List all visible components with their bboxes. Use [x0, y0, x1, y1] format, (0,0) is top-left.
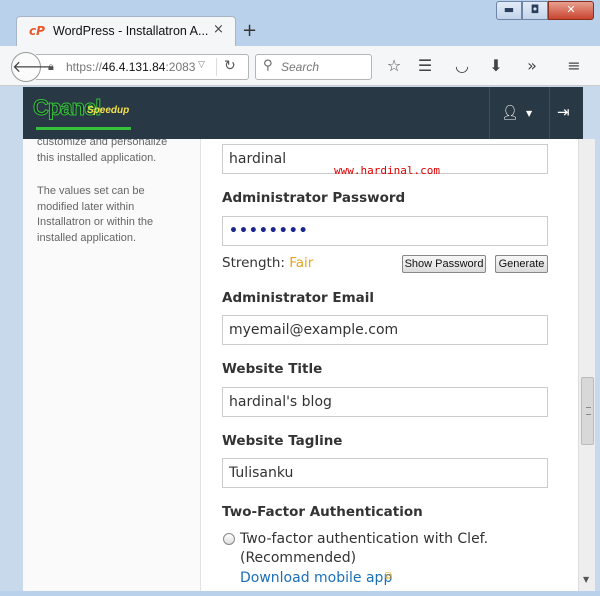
website-title-label: Website Title	[222, 361, 323, 377]
pocket-icon[interactable]: ◡	[451, 56, 473, 78]
header-divider	[549, 87, 550, 139]
window-titlebar: cP WordPress - Installatron A... × + ▬ ◘…	[0, 0, 600, 46]
search-input[interactable]: ⚲ Search	[255, 54, 372, 80]
bookmark-star-icon[interactable]: ☆	[383, 56, 405, 78]
two-factor-option-text[interactable]: Two-factor authentication with Clef. (Re…	[240, 530, 540, 568]
search-icon: ⚲	[263, 58, 273, 73]
tab-title: WordPress - Installatron A...	[53, 24, 209, 38]
install-form-page: customize and personalize this installed…	[23, 139, 578, 591]
navigation-toolbar: 🔒︎ https://46.4.131.84:2083, ▽ ↻ 🡐 ⚲ Sea…	[0, 46, 600, 86]
admin-password-label: Administrator Password	[222, 190, 406, 206]
new-tab-button[interactable]: +	[242, 20, 257, 41]
strength-label: Strength:	[222, 255, 285, 271]
scrollbar-thumb[interactable]	[581, 377, 594, 445]
header-divider	[489, 87, 490, 139]
strength-value: Fair	[289, 255, 314, 271]
url-host: 46.4.131.84	[102, 60, 166, 74]
url-prefix: https://	[66, 60, 103, 74]
user-icon[interactable]: 👤︎	[501, 105, 519, 121]
chevron-down-icon[interactable]: ▼	[526, 109, 532, 118]
reading-list-icon[interactable]: ☰	[414, 56, 436, 78]
minimize-button[interactable]: ▬	[496, 1, 522, 20]
show-password-button[interactable]: Show Password	[402, 255, 486, 273]
cpanel-logo[interactable]: Cpanel Speedup	[32, 91, 133, 133]
admin-password-field[interactable]: ••••••••	[222, 216, 548, 246]
tab-close-icon[interactable]: ×	[213, 22, 229, 37]
reload-icon[interactable]: ↻	[224, 58, 236, 74]
logo-subtext: Speedup	[87, 105, 130, 116]
url-bar[interactable]: 🔒︎ https://46.4.131.84:2083, ▽ ↻	[36, 54, 249, 80]
window-frame-bottom	[0, 591, 600, 596]
password-dots: ••••••••	[229, 223, 309, 239]
watermark-text: www.hardinal.com	[334, 164, 440, 177]
url-text[interactable]: https://46.4.131.84:2083,	[66, 60, 196, 74]
help-text-modify: The values set can be modified later wit…	[37, 185, 154, 244]
two-factor-label: Two-Factor Authentication	[222, 504, 423, 520]
website-tagline-field[interactable]: Tulisanku	[222, 458, 548, 488]
hamburger-menu-icon[interactable]: ≡	[563, 56, 585, 78]
generate-password-button[interactable]: Generate	[495, 255, 548, 273]
help-sidebar: customize and personalize this installed…	[23, 139, 201, 591]
download-icon[interactable]: ⬇	[485, 56, 507, 78]
browser-tab[interactable]: cP WordPress - Installatron A... ×	[16, 16, 236, 46]
back-button[interactable]: 🡐	[11, 52, 55, 82]
grip-icon	[586, 407, 591, 415]
admin-email-field[interactable]: myemail@example.com	[222, 315, 548, 345]
admin-email-label: Administrator Email	[222, 290, 375, 306]
search-placeholder: Search	[281, 60, 320, 74]
cpanel-favicon-icon: cP	[29, 24, 45, 38]
page-scrollbar[interactable]: ▼	[578, 139, 595, 591]
password-strength: Strength: Fair	[222, 255, 313, 271]
external-link-icon: ⧉	[385, 571, 393, 582]
close-window-button[interactable]: ✕	[548, 1, 594, 20]
url-dropdown-icon[interactable]: ▽	[198, 60, 205, 70]
logo-underline	[36, 127, 131, 130]
back-arrow-icon: 🡐	[12, 57, 55, 76]
website-title-field[interactable]: hardinal's blog	[222, 387, 548, 417]
two-factor-clef-radio[interactable]	[223, 533, 235, 545]
cpanel-header: Cpanel Speedup 👤︎ ▼ ⇥	[23, 87, 583, 139]
maximize-button[interactable]: ◘	[522, 1, 548, 20]
overflow-menu-icon[interactable]: »	[521, 56, 543, 78]
help-text-personalize: customize and personalize this installed…	[37, 139, 168, 164]
url-separator	[216, 58, 217, 76]
url-port: :2083,	[165, 60, 196, 74]
download-mobile-app-link[interactable]: Download mobile app	[240, 570, 392, 586]
website-tagline-label: Website Tagline	[222, 433, 343, 449]
logout-icon[interactable]: ⇥	[557, 103, 570, 121]
scroll-down-arrow-icon[interactable]: ▼	[583, 575, 589, 584]
